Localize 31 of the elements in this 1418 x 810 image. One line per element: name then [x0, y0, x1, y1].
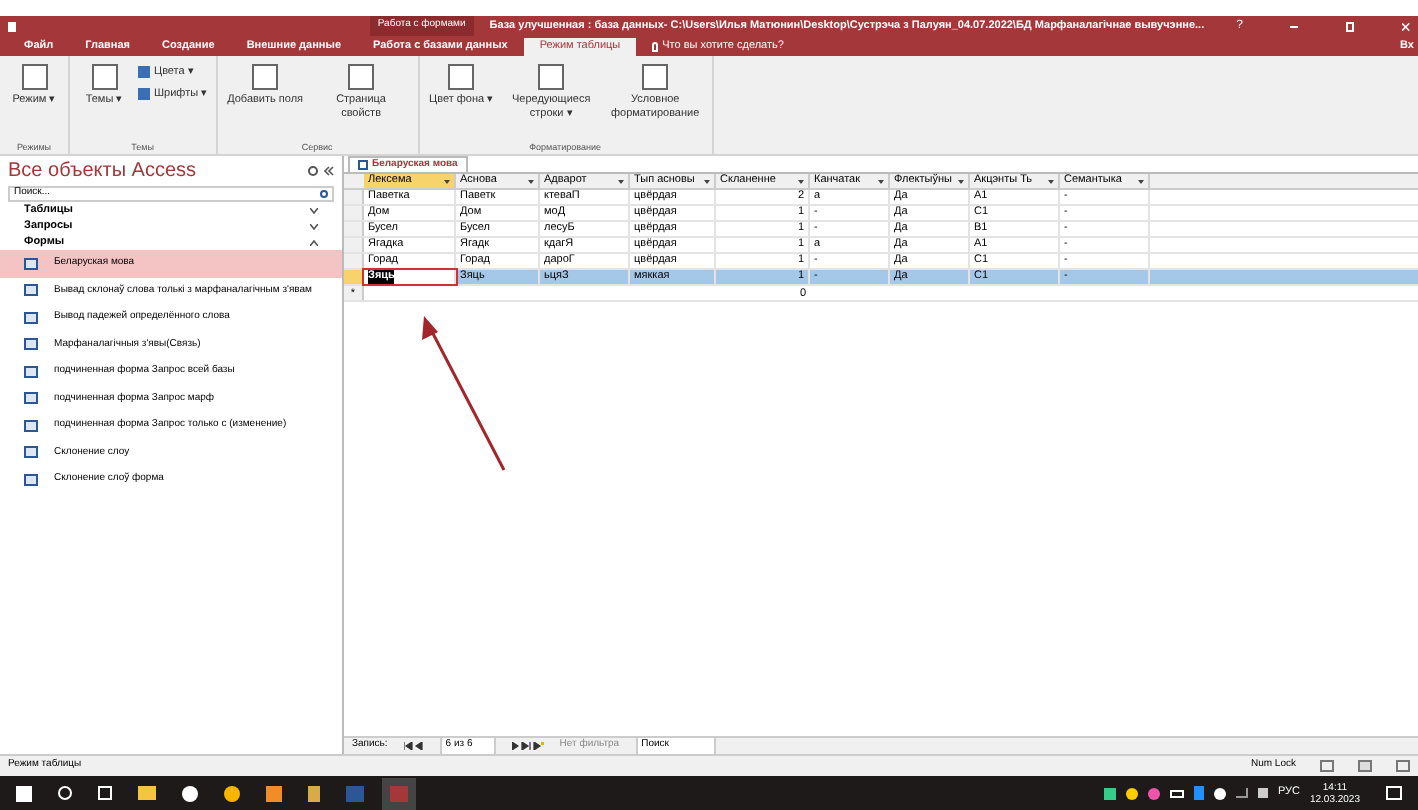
ribbon-icon — [91, 64, 117, 90]
tray-icon — [1213, 787, 1226, 799]
network-icon — [1235, 788, 1248, 798]
folder-icon — [138, 786, 156, 800]
next-record-icon[interactable] — [511, 742, 544, 750]
view-icon — [1358, 760, 1372, 772]
save-icon[interactable] — [8, 21, 16, 31]
first-record-icon[interactable] — [403, 742, 424, 750]
app-icon — [266, 785, 282, 801]
form-icon — [358, 160, 368, 170]
ribbon-icon — [252, 64, 279, 90]
lightbulb-icon — [652, 42, 659, 52]
ribbon-icon — [448, 64, 475, 90]
maximize-icon[interactable] — [1346, 21, 1355, 31]
ribbon-icon — [21, 64, 47, 90]
view-icon — [1396, 760, 1410, 772]
ribbon-icon — [538, 64, 565, 90]
notification-icon — [1386, 786, 1402, 800]
app-icon — [308, 785, 320, 801]
windows-start-icon — [16, 785, 32, 801]
search-icon — [320, 190, 328, 198]
view-icon — [1320, 760, 1334, 772]
battery-icon — [1169, 789, 1184, 797]
app-icon — [224, 785, 240, 801]
ribbon-icon — [642, 64, 669, 90]
close-icon[interactable] — [1402, 21, 1410, 31]
task-view-icon — [98, 786, 112, 800]
pane-title: Все объекты Access — [8, 158, 197, 186]
ribbon-icon — [348, 64, 375, 90]
collapse-icon[interactable] — [324, 166, 334, 176]
search-icon — [58, 786, 72, 800]
